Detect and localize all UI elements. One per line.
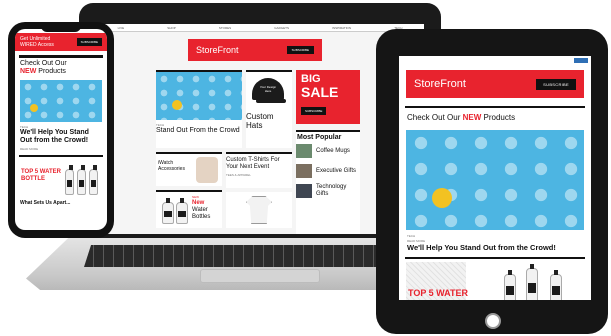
phone-subscribe-button[interactable]: SUBSCRIBE xyxy=(76,38,102,46)
phone-notch xyxy=(41,24,81,32)
cap-text: Your Design Here xyxy=(259,85,277,93)
gifts-thumbnail xyxy=(296,164,312,178)
section-highlight: NEW xyxy=(462,113,482,122)
sale-line2: SALE xyxy=(301,84,339,100)
popular-item[interactable]: Executive Gifts xyxy=(296,164,360,178)
bottles-tag: NEW xyxy=(192,195,199,199)
section-highlight: NEW xyxy=(20,68,37,75)
watch-image xyxy=(196,157,218,183)
tablet-home-button[interactable] xyxy=(485,313,501,329)
cap-brim xyxy=(256,99,286,103)
tshirts-card[interactable]: Custom T-Shirts For Your Next Event TEES… xyxy=(226,152,292,188)
phone-next-title[interactable]: What Sets Us Apart... xyxy=(15,199,107,206)
sale-subscribe-button[interactable]: SUBSCRIBE xyxy=(301,107,327,115)
tshirts-title[interactable]: Custom T-Shirts For Your Next Event xyxy=(226,157,292,171)
bottle-icon xyxy=(550,270,562,300)
bottle-icon xyxy=(77,165,86,195)
bottles-title[interactable]: New Water Bottles xyxy=(192,200,210,221)
tablet-promo[interactable]: TOP 5 WATER xyxy=(406,262,584,300)
tablet-brand-logo: StoreFront xyxy=(414,78,466,90)
watch-title[interactable]: iWatch Accessories xyxy=(158,160,188,172)
divider xyxy=(405,257,585,259)
phone-article-tag: TECH xyxy=(20,125,29,129)
bottle-icon xyxy=(176,198,188,224)
cap-icon: Your Design Here xyxy=(252,78,284,100)
article-title[interactable]: Stand Out From the Crowd xyxy=(156,127,242,135)
phone-banner-text: Get Unlimited WIRED Access xyxy=(20,36,54,48)
nav-item[interactable]: INSPIRATION xyxy=(332,26,351,30)
tablet-screen: StoreFront SUBSCRIBE Check Out Our NEW P… xyxy=(399,56,591,300)
big-sale-ad[interactable]: BIG SALE SUBSCRIBE xyxy=(296,70,360,124)
tablet-storefront-banner: StoreFront SUBSCRIBE xyxy=(406,70,584,98)
phone-section-title: Check Out Our NEW Products xyxy=(15,60,107,76)
laptop-trackpad xyxy=(200,269,320,283)
section-prefix: Check Out Our xyxy=(407,113,461,122)
divider xyxy=(405,106,585,108)
yellow-ball xyxy=(30,104,38,112)
phone-screen: Get Unlimited WIRED Access SUBSCRIBE Che… xyxy=(15,29,107,230)
bottles-title-line3: Bottles xyxy=(192,214,211,220)
hero-image xyxy=(156,72,242,120)
phone-promo[interactable]: TOP 5 WATER BOTTLE xyxy=(19,159,103,199)
popular-item[interactable]: Coffee Mugs xyxy=(296,144,360,158)
popular-item-title[interactable]: Technology Gifts xyxy=(316,184,356,198)
tablet-article-title[interactable]: We'll Help You Stand Out from the Crowd! xyxy=(407,243,587,252)
subscribe-button[interactable]: SUBSCRIBE xyxy=(286,46,314,54)
phone-article-title[interactable]: We'll Help You Stand Out from the Crowd! xyxy=(15,129,107,145)
yellow-ball xyxy=(172,100,182,110)
mug-thumbnail xyxy=(296,144,312,158)
promo-line2: BOTTLE xyxy=(21,176,45,182)
popular-item[interactable]: Technology Gifts xyxy=(296,184,360,198)
most-popular-title: Most Popular xyxy=(297,134,342,141)
section-suffix: Products xyxy=(38,68,66,75)
section-prefix: Check Out Our xyxy=(20,60,67,67)
tablet-hero-image[interactable] xyxy=(406,130,584,230)
hats-title[interactable]: Custom Hats xyxy=(246,112,292,130)
divider xyxy=(19,55,103,58)
nav-item[interactable]: GADGETS xyxy=(274,26,289,30)
promo-line1: TOP 5 WATER xyxy=(21,169,62,175)
bottles-card[interactable]: NEW New Water Bottles xyxy=(156,190,222,228)
brand-logo: StoreFront xyxy=(196,45,239,55)
most-popular-panel: Most Popular Coffee Mugs Executive Gifts… xyxy=(296,130,360,234)
nav-item[interactable]: LIVE xyxy=(118,26,125,30)
popular-item-title[interactable]: Executive Gifts xyxy=(316,168,356,175)
cap-image: Your Design Here xyxy=(246,72,292,108)
divider xyxy=(19,155,103,157)
bottles-title-line1: New xyxy=(192,200,205,206)
bottle-icon xyxy=(65,165,74,195)
watch-card[interactable]: iWatch Accessories xyxy=(156,152,222,186)
hats-card[interactable]: Your Design Here Custom Hats xyxy=(246,70,292,148)
bottles-title-line2: Water xyxy=(192,207,208,213)
tablet-subscribe-button[interactable]: SUBSCRIBE xyxy=(536,78,576,90)
phone-banner: Get Unlimited WIRED Access SUBSCRIBE xyxy=(15,33,107,51)
bottle-icon xyxy=(162,198,174,224)
hero-card[interactable]: TECH Stand Out From the Crowd xyxy=(156,70,242,148)
banner-line2: WIRED Access xyxy=(20,42,54,48)
popular-item-title[interactable]: Coffee Mugs xyxy=(316,148,356,155)
tablet-promo-text: TOP 5 WATER xyxy=(408,288,469,298)
promo-text: TOP 5 WATER BOTTLE xyxy=(21,169,61,183)
bottle-icon xyxy=(89,165,98,195)
laptop-screen: LIVE SHOP STORES GADGETS INSPIRATION TEC… xyxy=(96,24,424,234)
bottle-icon xyxy=(504,270,516,300)
nav-item[interactable]: STORES xyxy=(219,26,231,30)
bottle-icon xyxy=(526,264,538,300)
phone-article-meta[interactable]: READ MORE xyxy=(15,145,107,151)
section-suffix: Products xyxy=(483,113,516,122)
tshirt-image xyxy=(226,192,292,228)
tshirts-tag: TEES & APPAREL xyxy=(226,173,251,177)
tablet-article-tag: TECH xyxy=(407,234,416,238)
tablet-top-button[interactable] xyxy=(574,58,588,63)
tech-thumbnail xyxy=(296,184,312,198)
nav-item[interactable]: SHOP xyxy=(167,26,176,30)
tablet-section-title: Check Out Our NEW Products xyxy=(407,113,515,122)
yellow-ball xyxy=(432,188,452,208)
laptop-top-nav: LIVE SHOP STORES GADGETS INSPIRATION TEC… xyxy=(96,24,424,32)
laptop-storefront-banner: StoreFront SUBSCRIBE xyxy=(188,39,322,61)
tshirt-icon xyxy=(246,196,272,224)
phone-hero-image[interactable] xyxy=(20,80,102,122)
